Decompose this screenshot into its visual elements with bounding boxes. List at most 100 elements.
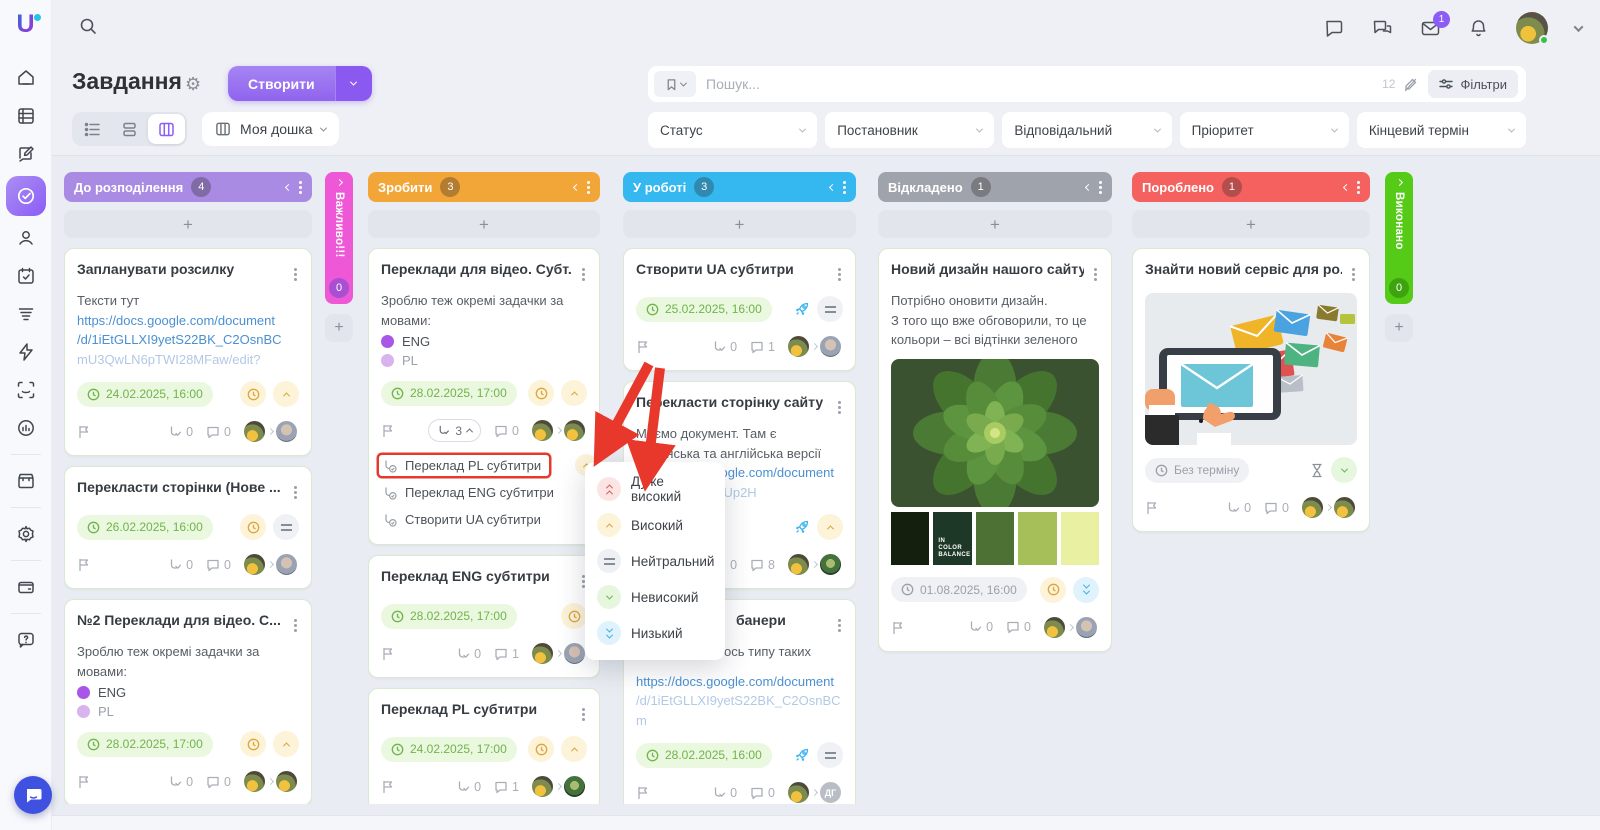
reminder-clock-button[interactable] (561, 603, 587, 629)
comments-count[interactable]: 0 (1006, 620, 1031, 634)
page-settings-gear-icon[interactable]: ⚙ (185, 74, 201, 95)
filters-button[interactable]: Фільтри (1428, 70, 1518, 98)
column-menu-icon[interactable] (1099, 185, 1102, 189)
assignee-avatars[interactable] (242, 552, 299, 577)
face-scan-icon[interactable] (6, 373, 46, 407)
profile-chevron-icon[interactable] (1573, 21, 1584, 32)
reminder-clock-button[interactable] (240, 381, 266, 407)
column-header[interactable]: У роботі 3 (623, 172, 856, 202)
assignee-avatars[interactable] (242, 769, 299, 794)
card-menu-icon[interactable] (580, 260, 587, 284)
group-chat-icon[interactable] (1372, 18, 1393, 39)
collapse-column-icon[interactable] (284, 183, 293, 191)
app-logo[interactable]: U (16, 10, 41, 39)
assignee-avatars[interactable] (1300, 495, 1357, 520)
due-date-pill[interactable]: 01.08.2025, 16:00 (891, 577, 1027, 602)
column-header[interactable]: Пороблено 1 (1132, 172, 1370, 202)
card-menu-icon[interactable] (292, 260, 299, 284)
card-menu-icon[interactable] (836, 611, 843, 635)
create-dropdown-caret[interactable] (334, 66, 372, 101)
comments-count[interactable]: 1 (494, 780, 519, 794)
subtask-row[interactable]: Переклад PL субтитри (375, 452, 597, 479)
assignee-avatars[interactable] (786, 552, 843, 577)
subtasks-toggle[interactable]: 3 (428, 419, 482, 442)
column-menu-icon[interactable] (299, 185, 302, 189)
priority-high-button[interactable] (561, 380, 587, 406)
due-date-pill[interactable]: 28.02.2025, 17:00 (381, 380, 517, 406)
task-card[interactable]: Створити UA субтитри 25.02.2025, 16:00 0… (623, 248, 856, 371)
comments-count[interactable]: 0 (1264, 501, 1289, 515)
create-task-button[interactable]: Створити (228, 66, 372, 101)
column-menu-icon[interactable] (843, 185, 846, 189)
flag-icon[interactable] (381, 423, 395, 438)
notifications-bell-icon[interactable] (1468, 18, 1489, 39)
comments-count[interactable]: 0 (206, 558, 231, 572)
column-header[interactable]: Зробити 3 (368, 172, 600, 202)
filter-author[interactable]: Постановник (825, 112, 995, 148)
due-date-pill[interactable]: 26.02.2025, 16:00 (77, 514, 213, 540)
column-header[interactable]: Відкладено 1 (878, 172, 1112, 202)
filter-status[interactable]: Статус (648, 112, 818, 148)
priority-lowest-button[interactable] (1073, 576, 1099, 603)
mail-icon[interactable]: 1 (1420, 10, 1450, 39)
priority-high-button[interactable] (561, 736, 587, 762)
tasks-icon-active[interactable] (5, 176, 46, 216)
home-icon[interactable] (6, 61, 46, 95)
add-task-button[interactable]: + (1132, 210, 1370, 238)
subtasks-count[interactable]: 0 (1226, 501, 1251, 515)
team-icon[interactable] (6, 221, 46, 255)
card-link[interactable]: https://docs.google.com/document (77, 311, 299, 331)
column-menu-icon[interactable] (587, 185, 590, 189)
rocket-icon[interactable] (794, 519, 810, 535)
assignee-avatars[interactable] (786, 334, 843, 359)
card-link[interactable]: mU3QwLN6pTWI28MFaw/edit? (77, 350, 299, 370)
highlighted-subtask[interactable]: Переклад PL субтитри (379, 455, 549, 476)
board-selector[interactable]: Моя дошка (202, 112, 340, 146)
priority-low-button[interactable] (1331, 457, 1357, 483)
calendar-icon[interactable] (6, 259, 46, 293)
create-task-label[interactable]: Створити (228, 66, 335, 101)
task-card[interactable]: Знайти новий сервіс для ро... Без термін… (1132, 248, 1370, 532)
reminder-clock-button[interactable] (240, 731, 266, 757)
filter-priority[interactable]: Пріоритет (1179, 112, 1349, 148)
priority-high-button[interactable] (273, 381, 299, 407)
priority-high-button[interactable] (817, 514, 843, 540)
task-card[interactable]: Новий дизайн нашого сайту Потрібно онови… (878, 248, 1112, 652)
flag-icon[interactable] (636, 339, 650, 354)
card-menu-icon[interactable] (292, 478, 299, 502)
assignee-avatars[interactable] (1042, 614, 1099, 640)
column-header[interactable]: До розподілення 4 (64, 172, 312, 202)
flag-icon[interactable] (381, 779, 395, 794)
subtasks-count[interactable]: 0 (712, 340, 737, 354)
assignee-avatars[interactable]: ДГ (786, 780, 843, 804)
expand-icon[interactable] (335, 178, 343, 187)
comments-count[interactable]: 1 (750, 340, 775, 354)
collapse-column-icon[interactable] (1342, 183, 1351, 191)
reminder-clock-button[interactable] (1040, 576, 1066, 603)
settings-icon[interactable] (6, 517, 46, 551)
reminder-clock-button[interactable] (528, 380, 554, 406)
card-menu-icon[interactable] (1092, 260, 1099, 284)
flag-icon[interactable] (77, 774, 91, 789)
search-input[interactable] (706, 76, 1383, 92)
card-menu-icon[interactable] (836, 393, 843, 417)
comments-count[interactable]: 0 (206, 425, 231, 439)
task-card[interactable]: Перекласти сторінки (Нове ... 26.02.2025… (64, 466, 312, 589)
comments-count[interactable]: 0 (206, 775, 231, 789)
chat-icon[interactable] (1324, 18, 1345, 39)
subtasks-count[interactable]: 0 (456, 780, 481, 794)
rows-view-button[interactable] (111, 114, 148, 144)
succulent-photo[interactable] (891, 358, 1099, 507)
subtask-row[interactable]: Створити UA субтитри (375, 506, 593, 533)
subtask-row[interactable]: Переклад ENG субтитри (375, 479, 593, 506)
card-menu-icon[interactable] (580, 700, 587, 724)
task-search-bar[interactable]: 12 Фільтри (648, 66, 1526, 102)
collapse-column-icon[interactable] (572, 183, 581, 191)
comments-count[interactable]: 0 (750, 786, 775, 800)
reminder-clock-button[interactable] (528, 736, 554, 762)
task-card[interactable]: Запланувати розсилку Тексти тут https://… (64, 248, 312, 456)
flag-icon[interactable] (891, 620, 905, 635)
card-link[interactable]: https://docs.google.com/document (636, 672, 843, 692)
due-date-pill[interactable]: 25.02.2025, 16:00 (636, 296, 772, 322)
add-task-button[interactable]: + (878, 210, 1112, 238)
